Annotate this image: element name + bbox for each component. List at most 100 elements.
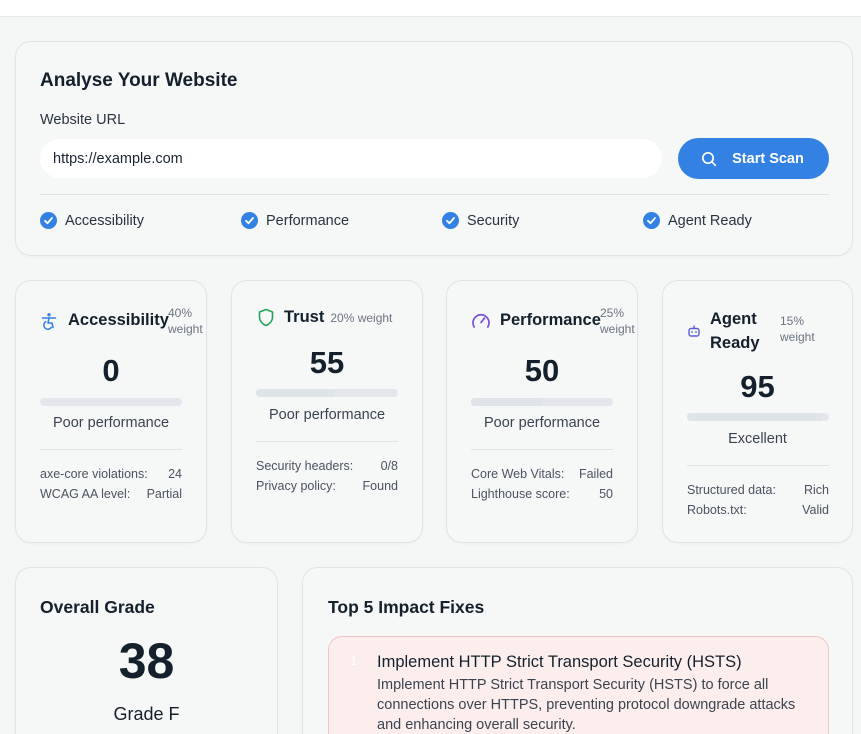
weight-label: 40% weight bbox=[168, 305, 203, 337]
detail-label: WCAG AA level: bbox=[40, 487, 131, 501]
detail-value: Valid bbox=[802, 503, 829, 517]
detail-row: axe-core violations: 24 bbox=[40, 467, 182, 481]
score-progress-bar bbox=[687, 413, 829, 421]
weight-label: 15% weight bbox=[780, 313, 815, 345]
card-header: Agent Ready bbox=[687, 307, 760, 355]
detail-value: 24 bbox=[168, 467, 182, 481]
card-header: Accessibility bbox=[40, 311, 169, 330]
score-progress-bar bbox=[256, 389, 398, 397]
top-fixes-title: Top 5 Impact Fixes bbox=[328, 597, 485, 617]
card-title: Performance bbox=[500, 311, 601, 329]
weight-percent: 40% bbox=[168, 306, 193, 320]
url-input[interactable] bbox=[40, 139, 662, 178]
option-performance[interactable]: Performance bbox=[241, 212, 349, 229]
status-text: Excellent bbox=[728, 431, 787, 447]
card-title-line: Ready bbox=[710, 334, 760, 352]
card-title: Accessibility bbox=[68, 311, 169, 329]
detail-value: Partial bbox=[146, 487, 182, 501]
detail-label: Structured data: bbox=[687, 483, 776, 497]
scan-divider bbox=[40, 194, 829, 195]
weight-label: 20% weight bbox=[330, 310, 393, 325]
overall-grade-card: Overall Grade 38 Grade F bbox=[15, 567, 278, 734]
grade-letter: Grade F bbox=[113, 704, 180, 724]
detail-row: Robots.txt: Valid bbox=[687, 503, 829, 517]
shield-icon bbox=[258, 308, 274, 327]
weight-word: weight bbox=[168, 322, 203, 336]
status-text: Poor performance bbox=[52, 415, 170, 431]
card-title: Trust bbox=[284, 308, 325, 326]
status-text: Poor performance bbox=[268, 407, 386, 423]
card-title: Agent Ready bbox=[710, 307, 760, 355]
option-accessibility[interactable]: Accessibility bbox=[40, 212, 144, 229]
card-header: Performance bbox=[471, 311, 601, 330]
detail-row: Core Web Vitals: Failed bbox=[471, 467, 613, 481]
detail-row: Privacy policy: Found bbox=[256, 479, 398, 493]
score-progress-bar bbox=[40, 398, 182, 406]
detail-label: axe-core violations: bbox=[40, 467, 148, 481]
detail-value: Rich bbox=[803, 483, 829, 497]
detail-value: 0/8 bbox=[380, 459, 398, 473]
agent-ready-card: Agent Ready 15% weight 95 Excellent Struc… bbox=[662, 280, 853, 543]
start-scan-button[interactable]: Start Scan bbox=[678, 138, 829, 179]
detail-row: Security headers: 0/8 bbox=[256, 459, 398, 473]
score-value: 0 bbox=[102, 353, 120, 388]
option-label: Agent Ready bbox=[668, 212, 752, 229]
option-label: Accessibility bbox=[65, 212, 144, 229]
fix-description: Implement HTTP Strict Transport Security… bbox=[377, 677, 796, 733]
detail-label: Security headers: bbox=[256, 459, 354, 473]
scan-title: Analyse Your Website bbox=[40, 70, 238, 91]
accessibility-icon bbox=[41, 312, 57, 330]
option-agent-ready[interactable]: Agent Ready bbox=[643, 212, 752, 229]
robot-icon bbox=[688, 325, 700, 337]
detail-value: Failed bbox=[578, 467, 613, 481]
score-value: 95 bbox=[740, 369, 775, 404]
overall-grade-title: Overall Grade bbox=[40, 597, 155, 617]
score-value: 55 bbox=[309, 345, 345, 380]
search-icon bbox=[702, 151, 717, 166]
checkbox-checked-icon[interactable] bbox=[40, 212, 57, 229]
performance-card: Performance 25% weight 50 Poor performan… bbox=[446, 280, 638, 543]
trust-card: Trust 20% weight 55 Poor performance Sec… bbox=[231, 280, 423, 543]
detail-row: Structured data: Rich bbox=[687, 483, 829, 497]
score-value: 50 bbox=[524, 353, 560, 388]
detail-row: WCAG AA level: Partial bbox=[40, 487, 182, 501]
option-label: Security bbox=[467, 212, 520, 229]
progress-fill bbox=[471, 398, 542, 406]
gauge-icon bbox=[472, 313, 490, 328]
weight-word: weight bbox=[780, 330, 815, 344]
overall-score: 38 bbox=[118, 633, 175, 689]
score-progress-bar bbox=[471, 398, 613, 406]
accessibility-card: Accessibility 40% weight 0 Poor performa… bbox=[15, 280, 207, 543]
detail-label: Core Web Vitals: bbox=[471, 467, 565, 481]
weight-label: 25% weight bbox=[600, 305, 635, 337]
card-title-line: Agent bbox=[710, 310, 757, 328]
weight-word: weight bbox=[600, 322, 635, 336]
fix-item[interactable]: 1 Implement HTTP Strict Transport Securi… bbox=[328, 636, 829, 734]
start-scan-label: Start Scan bbox=[732, 150, 804, 167]
detail-label: Lighthouse score: bbox=[471, 487, 570, 501]
progress-fill bbox=[256, 389, 335, 397]
card-divider bbox=[40, 449, 182, 450]
checkbox-checked-icon[interactable] bbox=[643, 212, 660, 229]
card-header: Trust 20% weight bbox=[257, 308, 392, 327]
weight-percent: 25% bbox=[600, 306, 625, 320]
detail-row: Lighthouse score: 50 bbox=[471, 487, 613, 501]
status-text: Poor performance bbox=[483, 415, 601, 431]
scan-panel: Analyse Your Website Website URL Start S… bbox=[15, 41, 853, 256]
card-divider bbox=[471, 449, 613, 450]
option-label: Performance bbox=[266, 212, 350, 229]
fix-title: Implement HTTP Strict Transport Security… bbox=[377, 653, 742, 671]
option-security[interactable]: Security bbox=[442, 212, 519, 229]
detail-label: Privacy policy: bbox=[256, 479, 336, 493]
top-bar bbox=[0, 0, 861, 17]
fix-number: 1 bbox=[350, 653, 358, 668]
checkbox-checked-icon[interactable] bbox=[241, 212, 258, 229]
weight-percent: 15% bbox=[780, 314, 805, 328]
detail-label: Robots.txt: bbox=[687, 503, 747, 517]
checkbox-checked-icon[interactable] bbox=[442, 212, 459, 229]
progress-fill bbox=[687, 413, 822, 421]
card-divider bbox=[687, 465, 829, 466]
url-label: Website URL bbox=[40, 112, 126, 128]
card-divider bbox=[256, 441, 398, 442]
detail-value: Found bbox=[362, 479, 398, 493]
